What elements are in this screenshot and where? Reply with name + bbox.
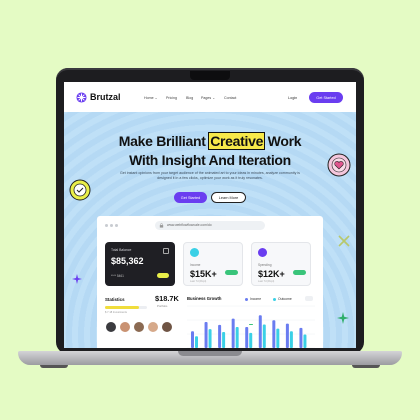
nav-get-started-button[interactable]: Get Started (309, 92, 343, 103)
hero-title-line-2: With Insight And Iteration (129, 152, 291, 168)
sparkle-icon (72, 274, 82, 284)
bar-income-5[interactable] (245, 327, 249, 348)
card-tag (157, 273, 169, 278)
business-growth-chart: Business Growth Income Outcome (187, 294, 315, 348)
income-sub: Last 7d (Rcpt) (190, 280, 207, 283)
hero-title-part: Make Brilliant (118, 133, 210, 149)
avatar[interactable] (133, 321, 145, 333)
bar-income-1[interactable] (191, 331, 194, 348)
nav-item-pages[interactable]: Pages ⌄ (201, 96, 215, 100)
balance-label: Total Balance (111, 248, 132, 252)
bar-outcome-6[interactable] (262, 324, 266, 348)
balance-card[interactable]: Total Balance $85,362 **** 5461 (105, 242, 175, 286)
legend-income-label: Income (250, 297, 262, 301)
green-sparkle-icon (337, 312, 349, 324)
laptop-notch (190, 71, 230, 80)
spending-value: $12K+ (258, 269, 285, 279)
period-dropdown[interactable] (305, 296, 313, 301)
bar-outcome-1[interactable] (195, 336, 198, 348)
bar-outcome-5[interactable] (249, 332, 253, 348)
balance-value: $85,362 (111, 256, 144, 266)
nav-item-contact[interactable]: Contact (224, 96, 236, 100)
window-controls (105, 224, 118, 227)
laptop-base-groove (178, 351, 242, 356)
statistics-note: $ 7.18 Investments (105, 311, 127, 314)
bar-income-6[interactable] (258, 315, 262, 348)
nav-item-pricing[interactable]: Pricing (166, 96, 177, 100)
income-label: Income (190, 263, 201, 267)
bar-outcome-9[interactable] (303, 334, 307, 348)
hero-get-started-button[interactable]: Get Started (174, 192, 207, 203)
hero-title-line-1: Make Brilliant Creative Work (64, 132, 356, 150)
bar-income-9[interactable] (299, 327, 303, 348)
hero-title-part: Work (264, 133, 302, 149)
bar-outcome-7[interactable] (276, 328, 280, 348)
nav-item-blog[interactable]: Blog (186, 96, 193, 100)
statistics-value: $18.7K (155, 294, 179, 303)
cross-sparkle-icon (338, 235, 350, 247)
heart-sticker-icon (327, 153, 351, 177)
badge-sticker-icon (69, 179, 91, 201)
hero-description: Get instant opinions from your target au… (120, 171, 300, 180)
income-value: $15K+ (190, 269, 217, 279)
hero-highlight-word: Creative (208, 132, 266, 150)
nav-item-home[interactable]: Home ⌄ (144, 96, 158, 100)
url-bar[interactable]: www.webflowflowcale.com/do (155, 221, 265, 230)
statistics-progress-fill (105, 306, 140, 309)
avatar[interactable] (119, 321, 131, 333)
income-card[interactable]: Income $15K+ Last 7d (Rcpt) (183, 242, 243, 286)
card-chip-icon (163, 248, 169, 254)
top-nav: Brutzal Home ⌄ Pricing Blog Pages ⌄ Cont… (64, 82, 356, 112)
legend-outcome-label: Outcome (278, 297, 292, 301)
hero-learn-more-button[interactable]: Learn More (211, 192, 246, 203)
spending-icon (258, 248, 267, 257)
bar-outcome-2[interactable] (208, 329, 212, 348)
website-screen: Brutzal Home ⌄ Pricing Blog Pages ⌄ Cont… (64, 82, 356, 348)
laptop-foot-right (352, 365, 380, 368)
brand-logo-icon[interactable] (76, 92, 87, 103)
spending-label: Spending (258, 263, 272, 267)
bar-income-3[interactable] (218, 324, 222, 348)
bar-outcome-8[interactable] (289, 331, 293, 348)
lock-icon (159, 223, 164, 228)
chart-tooltip (249, 324, 253, 325)
income-badge (225, 270, 238, 275)
spending-badge (293, 270, 306, 275)
dashboard-preview: www.webflowflowcale.com/do Total Balance… (97, 216, 323, 348)
avatar[interactable] (147, 321, 159, 333)
statistics-block: Statistics $18.7K Portfolio $ 7.18 Inves… (105, 294, 179, 348)
income-icon (190, 248, 199, 257)
avatar[interactable] (161, 321, 173, 333)
bar-income-4[interactable] (231, 318, 235, 348)
brand-name[interactable]: Brutzal (90, 92, 121, 102)
bar-income-7[interactable] (272, 320, 276, 348)
spending-sub: Last 7d (Rcpt) (258, 280, 275, 283)
statistics-title: Statistics (105, 297, 125, 302)
legend-income: Income (245, 297, 261, 301)
growth-title: Business Growth (187, 296, 222, 301)
bar-outcome-4[interactable] (235, 327, 239, 348)
legend-outcome: Outcome (273, 297, 292, 301)
avatar-group (105, 321, 173, 333)
bar-outcome-3[interactable] (222, 332, 226, 348)
growth-bar-chart (187, 305, 315, 348)
avatar[interactable] (105, 321, 117, 333)
statistics-progress (105, 306, 147, 309)
bar-income-2[interactable] (204, 321, 208, 348)
spending-card[interactable]: Spending $12K+ Last 7d (Rcpt) (251, 242, 311, 286)
statistics-sub: Portfolio (157, 304, 168, 308)
laptop-foot-left (40, 365, 68, 368)
url-text: www.webflowflowcale.com/do (167, 223, 212, 227)
login-link[interactable]: Login (288, 96, 297, 100)
bar-income-8[interactable] (285, 323, 289, 348)
card-number: **** 5461 (111, 274, 124, 278)
